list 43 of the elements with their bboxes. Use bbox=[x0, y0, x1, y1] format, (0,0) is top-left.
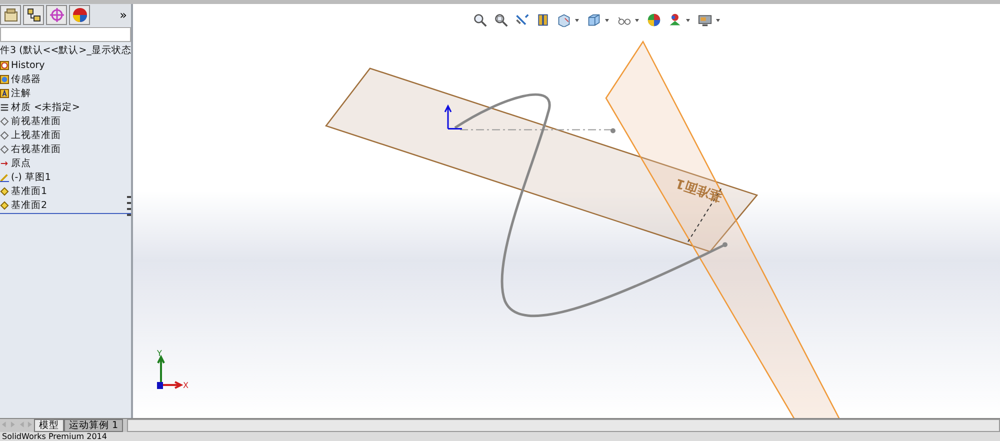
cube-icon[interactable] bbox=[557, 13, 571, 27]
tree-item[interactable]: 基准面2 bbox=[11, 198, 48, 212]
tree-item[interactable]: 右视基准面 bbox=[11, 142, 61, 156]
tree-item[interactable]: 前视基准面 bbox=[11, 114, 61, 128]
caret-icon[interactable] bbox=[715, 17, 721, 23]
property-tab[interactable] bbox=[23, 5, 44, 25]
tree-item[interactable]: 上视基准面 bbox=[11, 128, 61, 142]
sketch-icon bbox=[0, 172, 9, 182]
tree-item[interactable]: 传感器 bbox=[11, 72, 41, 86]
filter-field[interactable] bbox=[0, 27, 131, 42]
tree-item[interactable]: (-) 草图1 bbox=[11, 170, 51, 184]
caret-icon[interactable] bbox=[685, 17, 691, 23]
tree-icon bbox=[2, 7, 18, 23]
nodes-icon bbox=[26, 7, 42, 23]
model-tab[interactable]: 运动算例 1 bbox=[64, 419, 124, 432]
tree-item[interactable]: 基准面1 bbox=[11, 184, 48, 198]
config-tab[interactable] bbox=[46, 5, 67, 25]
model-tab[interactable]: 模型 bbox=[34, 419, 64, 432]
annotation-icon bbox=[0, 88, 9, 98]
color-wheel-icon bbox=[72, 7, 88, 23]
tree-item[interactable]: 注解 bbox=[11, 86, 31, 100]
scene-icon[interactable] bbox=[668, 13, 682, 27]
material-icon bbox=[0, 102, 9, 112]
caret-icon[interactable] bbox=[604, 17, 610, 23]
part-name[interactable]: 件3 (默认<<默认>_显示状态 bbox=[0, 44, 131, 58]
more-tabs-button[interactable]: » bbox=[120, 8, 127, 22]
caret-icon[interactable] bbox=[634, 17, 640, 23]
tree-item[interactable]: 原点 bbox=[11, 156, 31, 170]
tree-item[interactable]: 材质 <未指定> bbox=[11, 100, 80, 114]
crosshair-icon bbox=[48, 7, 64, 23]
plane-label: 基准面1 bbox=[674, 174, 724, 204]
caret-icon[interactable] bbox=[574, 17, 580, 23]
axis-triad: Y X bbox=[153, 349, 193, 393]
tree-tab[interactable] bbox=[0, 5, 21, 25]
history-icon bbox=[0, 60, 9, 70]
monitor-icon[interactable] bbox=[698, 13, 712, 27]
sensor-icon bbox=[0, 74, 9, 84]
status-text: SolidWorks Premium 2014 bbox=[2, 432, 107, 441]
axis-icon bbox=[444, 104, 463, 130]
cube-icon[interactable] bbox=[587, 13, 601, 27]
display-tab[interactable] bbox=[69, 5, 90, 25]
origin-icon bbox=[0, 158, 9, 168]
tree-item[interactable]: History bbox=[11, 60, 45, 70]
